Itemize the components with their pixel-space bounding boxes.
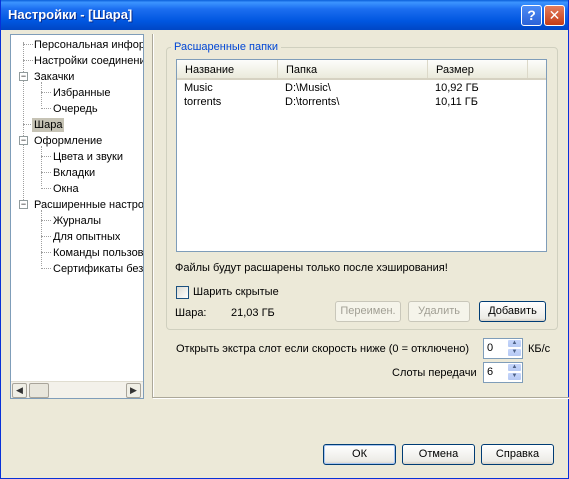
tree-connector (41, 236, 51, 237)
share-hidden-label[interactable]: Шарить скрытые (193, 286, 279, 298)
collapse-icon[interactable]: − (19, 72, 28, 81)
help-button[interactable]: Справка (481, 444, 554, 465)
tree-connector (41, 252, 51, 253)
tree-item-logs[interactable]: Журналы (53, 214, 101, 228)
extra-slot-input[interactable]: 0 ▲ ▼ (483, 338, 523, 359)
upload-slots-input[interactable]: 6 ▲ ▼ (483, 362, 523, 383)
folder-size: 10,92 ГБ (435, 82, 479, 94)
tree-connector (41, 156, 51, 157)
tree-item-favorites[interactable]: Избранные (53, 86, 111, 100)
settings-window: Настройки - [Шара] ? ✕ − − − Персональна… (0, 0, 569, 479)
list-header: Название Папка Размер (177, 60, 546, 80)
folder-name: Music (184, 82, 213, 94)
shared-folders-title: Расшаренные папки (171, 41, 281, 53)
help-title-button[interactable]: ? (521, 5, 542, 26)
extra-slot-value: 0 (487, 342, 494, 354)
tree-connector (41, 92, 51, 93)
scroll-thumb[interactable] (29, 383, 49, 398)
hashing-note: Файлы будут расшарены только после хэшир… (175, 262, 448, 274)
list-item[interactable]: torrents D:\torrents\ 10,11 ГБ (177, 95, 546, 109)
tree-item-downloads[interactable]: Закачки (34, 70, 74, 84)
extra-slot-label: Открыть экстра слот если скорость ниже (… (176, 343, 470, 355)
folder-path: D:\torrents\ (285, 96, 340, 108)
settings-tree[interactable]: − − − Персональная информация Настройки … (10, 34, 144, 399)
folder-size: 10,11 ГБ (435, 96, 478, 108)
tree-connector (41, 82, 42, 106)
tree-connector (41, 188, 51, 189)
folder-path: D:\Music\ (285, 82, 331, 94)
upload-slots-value: 6 (487, 366, 494, 378)
tree-item-experts[interactable]: Для опытных (53, 230, 120, 244)
tree-item-certificates[interactable]: Сертификаты безопасности (53, 262, 143, 276)
column-header-folder[interactable]: Папка (278, 60, 428, 78)
panel-divider (152, 34, 154, 398)
tree-connector (41, 210, 42, 266)
tree-item-queue[interactable]: Очередь (53, 102, 98, 116)
tree-item-tabs[interactable]: Вкладки (53, 166, 95, 180)
tree-item-appearance[interactable]: Оформление (34, 134, 102, 148)
spin-down-icon[interactable]: ▼ (507, 372, 522, 381)
ok-button[interactable]: ОК (323, 444, 396, 465)
share-total-label: Шара: (175, 307, 207, 319)
tree-connector (23, 42, 24, 208)
title-bar[interactable]: Настройки - [Шара] ? ✕ (1, 0, 568, 30)
collapse-icon[interactable]: − (19, 136, 28, 145)
upload-slots-label: Слоты передачи (392, 367, 477, 379)
share-hidden-checkbox[interactable] (176, 286, 189, 299)
tree-item-personal-info[interactable]: Персональная информация (34, 38, 143, 52)
question-icon: ? (527, 7, 536, 23)
rename-button[interactable]: Переимен. (335, 301, 401, 322)
tree-item-user-commands[interactable]: Команды пользователя (53, 246, 143, 260)
tree-item-colors-sounds[interactable]: Цвета и звуки (53, 150, 123, 164)
close-button[interactable]: ✕ (544, 5, 565, 26)
list-item[interactable]: Music D:\Music\ 10,92 ГБ (177, 81, 546, 95)
tree-connector (41, 220, 51, 221)
tree-item-advanced[interactable]: Расширенные настройки (34, 198, 143, 212)
add-button[interactable]: Добавить (479, 301, 546, 322)
tree-connector (41, 172, 51, 173)
window-title: Настройки - [Шара] (8, 7, 133, 22)
spin-up-icon[interactable]: ▲ (507, 363, 522, 372)
column-header-size[interactable]: Размер (428, 60, 528, 78)
tree-connector (23, 44, 33, 45)
cancel-button[interactable]: Отмена (402, 444, 475, 465)
shared-folders-list[interactable]: Название Папка Размер Music D:\Music\ 10… (176, 59, 547, 252)
tree-item-share[interactable]: Шара (32, 118, 65, 132)
scroll-right-icon[interactable]: ▶ (126, 383, 141, 398)
tree-item-connection[interactable]: Настройки соединения (34, 54, 143, 68)
folder-name: torrents (184, 96, 222, 108)
tree-connector (41, 268, 51, 269)
delete-button[interactable]: Удалить (408, 301, 470, 322)
tree-horizontal-scrollbar[interactable]: ◀ ▶ (11, 381, 143, 398)
scroll-left-icon[interactable]: ◀ (12, 383, 27, 398)
tree-connector (23, 60, 33, 61)
spin-up-icon[interactable]: ▲ (507, 339, 522, 348)
tree-connector (41, 108, 51, 109)
extra-slot-unit: КБ/с (528, 343, 551, 355)
close-icon: ✕ (548, 7, 561, 23)
collapse-icon[interactable]: − (19, 200, 28, 209)
share-total-value: 21,03 ГБ (231, 307, 275, 319)
footer-divider (153, 397, 569, 399)
spin-down-icon[interactable]: ▼ (507, 348, 522, 357)
column-header-name[interactable]: Название (177, 60, 278, 78)
tree-item-windows[interactable]: Окна (53, 182, 79, 196)
tree-connector (41, 146, 42, 186)
